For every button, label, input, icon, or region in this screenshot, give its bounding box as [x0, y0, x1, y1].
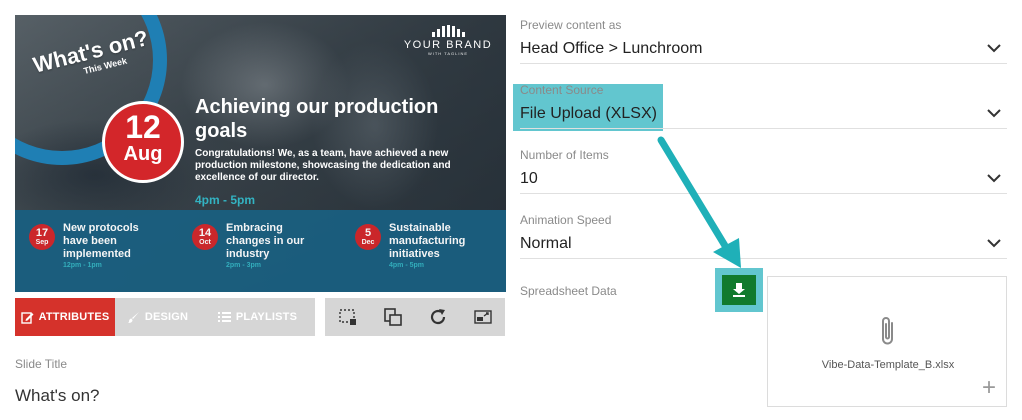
event-headline: Achieving our production goals: [195, 96, 439, 142]
slide-tools: [325, 298, 505, 336]
tab-playlists[interactable]: PLAYLISTS: [200, 298, 315, 336]
brand-tagline: WITH TAGLINE: [427, 51, 469, 56]
number-items-label: Number of Items: [520, 148, 609, 162]
brand-logo: YOUR BRAND WITH TAGLINE: [402, 25, 494, 56]
paperclip-icon: [882, 317, 893, 345]
date-day: 12: [125, 109, 161, 145]
content-source-label: Content Source: [520, 83, 604, 97]
chevron-down-icon: [987, 239, 1001, 248]
date-month: Aug: [123, 143, 163, 165]
slide-title-input[interactable]: What's on?: [15, 386, 100, 406]
chevron-down-icon: [987, 44, 1001, 53]
event-item: 5 Dec Sustainable manufacturing initiati…: [355, 222, 479, 269]
tab-design[interactable]: DESIGN: [115, 298, 200, 336]
event-title: Sustainable manufacturing initiatives: [389, 222, 466, 260]
preview-as-label: Preview content as: [520, 18, 622, 32]
number-items-select[interactable]: 10: [520, 164, 1007, 194]
date-badge: 12 Aug: [102, 101, 184, 183]
file-upload-dropzone[interactable]: Vibe-Data-Template_B.xlsx +: [767, 276, 1007, 407]
tab-design-label: DESIGN: [144, 311, 189, 323]
add-file-icon[interactable]: +: [982, 376, 996, 400]
crop-icon: [338, 309, 356, 325]
resize-button[interactable]: [460, 298, 505, 336]
spreadsheet-data-label: Spreadsheet Data: [520, 284, 617, 298]
preview-as-select[interactable]: Head Office > Lunchroom: [520, 34, 1007, 64]
number-items-value: 10: [520, 170, 538, 187]
edit-icon: [20, 311, 34, 324]
event-description: Congratulations! We, as a team, have ach…: [195, 148, 451, 183]
brush-icon: [127, 311, 139, 323]
chevron-down-icon: [987, 174, 1001, 183]
event-time: 12pm - 1pm: [63, 262, 102, 269]
chevron-down-icon: [987, 109, 1001, 118]
layers-button[interactable]: [370, 298, 415, 336]
uploaded-file-name: Vibe-Data-Template_B.xlsx: [821, 359, 955, 371]
content-source-field: Content Source File Upload (XLSX): [520, 83, 1007, 129]
event-time: 4pm - 5pm: [195, 193, 256, 207]
content-source-select[interactable]: File Upload (XLSX): [520, 99, 1007, 129]
animation-speed-label: Animation Speed: [520, 213, 612, 227]
event-time: 2pm - 3pm: [226, 262, 262, 269]
slide-preview[interactable]: YOUR BRAND WITH TAGLINE What's on? This …: [15, 15, 506, 292]
layers-icon: [383, 308, 402, 326]
event-title: Embracing changes in our industry: [226, 222, 305, 260]
event-date-badge: 17 Sep: [29, 224, 55, 250]
event-title: New protocols have been implemented: [63, 222, 139, 260]
tab-attributes-label: ATTRIBUTES: [38, 311, 110, 323]
slide-title-label: Slide Title: [15, 357, 68, 371]
tab-attributes[interactable]: ATTRIBUTES: [15, 298, 115, 336]
preview-as-field: Preview content as Head Office > Lunchro…: [520, 18, 1007, 64]
animation-speed-field: Animation Speed Normal: [520, 213, 1007, 259]
number-items-field: Number of Items 10: [520, 148, 1007, 194]
event-item: 14 Oct Embracing changes in our industry…: [192, 222, 316, 269]
crop-button[interactable]: [325, 298, 370, 336]
list-icon: [217, 312, 231, 322]
brand-name: YOUR BRAND: [403, 39, 493, 51]
refresh-icon: [430, 309, 445, 325]
content-source-value: File Upload (XLSX): [520, 105, 657, 122]
preview-as-value: Head Office > Lunchroom: [520, 40, 703, 57]
event-item: 17 Sep New protocols have been implement…: [29, 222, 153, 269]
animation-speed-value: Normal: [520, 235, 572, 252]
tab-playlists-label: PLAYLISTS: [235, 311, 298, 323]
download-icon: [733, 283, 745, 297]
event-time: 4pm - 5pm: [389, 262, 425, 269]
resize-icon: [473, 310, 492, 324]
download-template-button[interactable]: [722, 275, 756, 305]
refresh-button[interactable]: [415, 298, 460, 336]
editor-tabs: ATTRIBUTES DESIGN PLAYLISTS: [15, 298, 315, 336]
event-date-badge: 14 Oct: [192, 224, 218, 250]
event-date-badge: 5 Dec: [355, 224, 381, 250]
upcoming-events-strip: 17 Sep New protocols have been implement…: [15, 210, 506, 292]
animation-speed-select[interactable]: Normal: [520, 229, 1007, 259]
